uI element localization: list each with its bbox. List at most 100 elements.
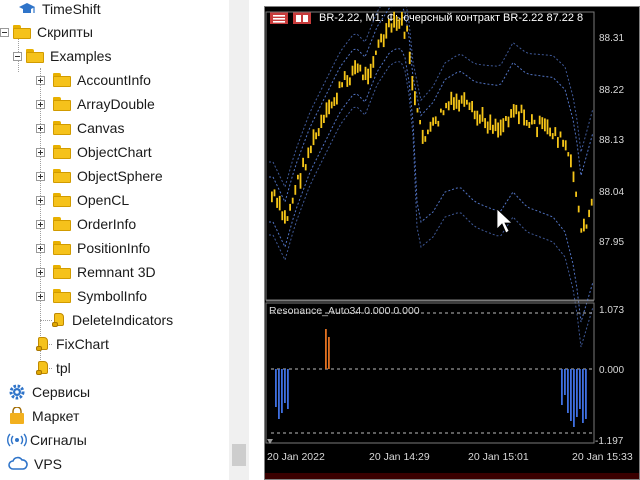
- time-axis-label: 20 Jan 14:29: [369, 451, 430, 463]
- price-chart[interactable]: 88.31 88.22 88.13 88.04 87.95 1.073 0.00…: [265, 7, 639, 479]
- nav-item-label: SymbolInfo: [77, 288, 148, 304]
- nav-item-remnant-3d[interactable]: Remnant 3D: [36, 260, 156, 284]
- collapse-icon[interactable]: [0, 27, 9, 37]
- nav-item-opencl[interactable]: OpenCL: [36, 188, 129, 212]
- nav-item-examples[interactable]: Examples: [13, 44, 111, 68]
- candle: [395, 16, 398, 31]
- histogram-bar: [579, 369, 581, 409]
- folder-icon: [53, 73, 71, 87]
- expand-icon[interactable]: [36, 99, 45, 109]
- candle: [479, 114, 481, 124]
- candle: [468, 102, 471, 110]
- nav-item-tpl[interactable]: tpl: [36, 356, 71, 380]
- nav-item-timeshift[interactable]: TimeShift: [18, 0, 101, 21]
- expand-icon[interactable]: [36, 243, 45, 253]
- candle: [486, 121, 489, 134]
- candle: [460, 95, 463, 104]
- folder-icon: [53, 145, 71, 159]
- nav-item-orderinfo[interactable]: OrderInfo: [36, 212, 136, 236]
- candle: [528, 122, 531, 128]
- nav-item-fixchart[interactable]: FixChart: [36, 332, 109, 356]
- histogram-bar: [567, 369, 569, 413]
- candle: [588, 209, 590, 218]
- candle: [434, 116, 437, 124]
- band-line: [269, 7, 594, 189]
- expand-icon[interactable]: [36, 267, 45, 277]
- candle: [466, 99, 468, 105]
- expand-icon[interactable]: [36, 147, 45, 157]
- candle: [401, 12, 403, 26]
- nav-item-objectchart[interactable]: ObjectChart: [36, 140, 152, 164]
- candle: [476, 110, 479, 126]
- folder-icon: [53, 241, 71, 255]
- candle: [388, 19, 390, 28]
- cloud-icon: [8, 456, 28, 470]
- folder-icon: [53, 265, 71, 279]
- nav-item-canvas[interactable]: Canvas: [36, 116, 124, 140]
- histogram-bar: [328, 337, 330, 369]
- nav-item-services[interactable]: Сервисы: [8, 380, 90, 404]
- expand-icon[interactable]: [36, 171, 45, 181]
- nav-item-objectsphere[interactable]: ObjectSphere: [36, 164, 163, 188]
- navigator-scrollbar[interactable]: [229, 0, 249, 480]
- candle: [325, 102, 328, 118]
- price-scale: 88.31 88.22 88.13 88.04 87.95: [599, 33, 624, 248]
- nav-item-positioninfo[interactable]: PositionInfo: [36, 236, 150, 260]
- histogram-bar: [570, 369, 572, 421]
- candle: [557, 137, 559, 148]
- candle: [502, 118, 505, 133]
- candle: [362, 74, 364, 81]
- candle: [499, 119, 502, 136]
- price-candles: [271, 11, 593, 233]
- indicator-scale: 1.073 0.000 -1.197: [595, 305, 624, 447]
- candle: [307, 147, 310, 159]
- script-icon: [36, 336, 50, 352]
- nav-item-accountinfo[interactable]: AccountInfo: [36, 68, 151, 92]
- candle: [518, 111, 520, 125]
- band-line: [269, 7, 594, 204]
- collapse-icon[interactable]: [13, 51, 22, 61]
- candle: [549, 127, 551, 137]
- candle: [338, 81, 341, 89]
- nav-item-vps[interactable]: VPS: [8, 452, 62, 476]
- expand-icon[interactable]: [36, 75, 45, 85]
- navigator-scrollbar-thumb[interactable]: [232, 444, 246, 466]
- nav-item-signals[interactable]: Сигналы: [6, 428, 87, 452]
- candle: [333, 97, 336, 106]
- indicator-tick-label: -1.197: [595, 436, 624, 447]
- expand-icon[interactable]: [36, 291, 45, 301]
- nav-item-market[interactable]: Маркет: [8, 404, 79, 428]
- candle: [559, 131, 562, 138]
- price-tick-label: 88.04: [599, 187, 624, 198]
- expand-icon[interactable]: [36, 123, 45, 133]
- folder-icon: [13, 25, 31, 39]
- nav-item-scripts[interactable]: Скрипты: [0, 20, 93, 44]
- candle: [299, 173, 302, 189]
- folder-icon: [53, 121, 71, 135]
- folder-icon: [53, 193, 71, 207]
- nav-item-label: OrderInfo: [77, 216, 137, 232]
- candle: [536, 126, 538, 138]
- histogram-bar: [582, 369, 584, 423]
- candle: [320, 114, 323, 128]
- histogram-bar: [275, 369, 277, 407]
- chart-window[interactable]: BR-2.22, M1: Фьючерсный контракт BR-2.22…: [264, 6, 640, 480]
- candle: [564, 140, 567, 151]
- candle: [356, 63, 359, 73]
- nav-item-arraydouble[interactable]: ArrayDouble: [36, 92, 155, 116]
- expand-icon[interactable]: [36, 195, 45, 205]
- candle: [403, 31, 406, 39]
- candle: [484, 118, 486, 129]
- time-axis-label: 20 Jan 15:33: [572, 451, 633, 463]
- candle: [278, 195, 281, 211]
- nav-item-label: ObjectSphere: [77, 168, 163, 184]
- script-icon: [52, 312, 66, 328]
- nav-item-symbolinfo[interactable]: SymbolInfo: [36, 284, 147, 308]
- signal-icon: [7, 433, 27, 447]
- candle: [489, 114, 492, 131]
- expand-icon[interactable]: [36, 219, 45, 229]
- candle: [304, 164, 307, 171]
- candle: [458, 99, 460, 112]
- nav-item-deleteindicators[interactable]: DeleteIndicators: [52, 308, 173, 332]
- graduation-cap-icon: [19, 3, 35, 13]
